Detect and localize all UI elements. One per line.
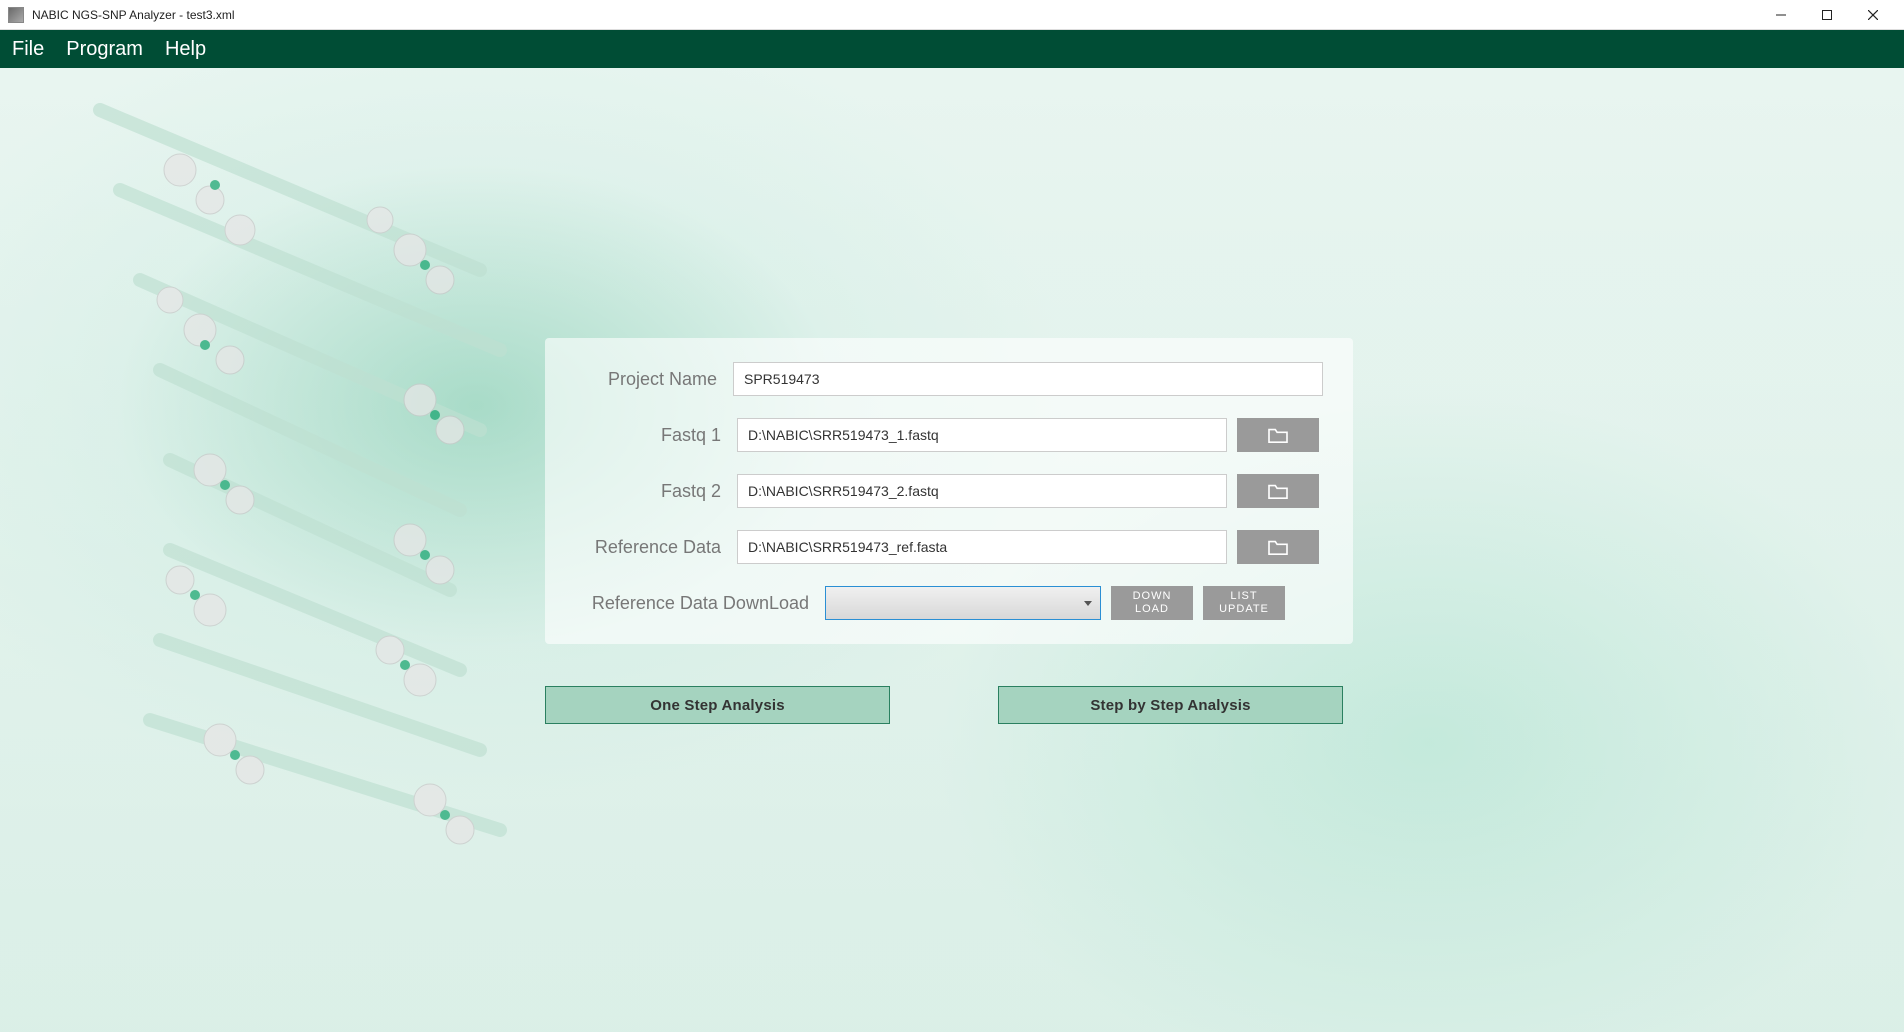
step-by-step-analysis-button[interactable]: Step by Step Analysis	[998, 686, 1343, 724]
row-project-name: Project Name	[555, 362, 1323, 396]
label-fastq2: Fastq 2	[555, 481, 727, 502]
window-controls	[1758, 0, 1896, 30]
maximize-icon	[1822, 10, 1832, 20]
close-icon	[1868, 10, 1878, 20]
label-project-name: Project Name	[555, 369, 723, 390]
row-reference-data: Reference Data	[555, 530, 1323, 564]
input-fastq2[interactable]	[737, 474, 1227, 508]
folder-icon	[1267, 482, 1289, 500]
folder-icon	[1267, 426, 1289, 444]
app-icon	[8, 7, 24, 23]
browse-fastq2-button[interactable]	[1237, 474, 1319, 508]
minimize-icon	[1776, 10, 1786, 20]
close-button[interactable]	[1850, 0, 1896, 30]
content-area: Project Name Fastq 1 Fastq 2 Reference D…	[0, 68, 1904, 1032]
label-reference-download: Reference Data DownLoad	[555, 593, 815, 614]
menu-program[interactable]: Program	[66, 38, 143, 61]
label-fastq1: Fastq 1	[555, 425, 727, 446]
menu-file[interactable]: File	[12, 38, 44, 61]
form-panel: Project Name Fastq 1 Fastq 2 Reference D…	[545, 338, 1353, 644]
one-step-analysis-button[interactable]: One Step Analysis	[545, 686, 890, 724]
folder-icon	[1267, 538, 1289, 556]
input-project-name[interactable]	[733, 362, 1323, 396]
titlebar: NABIC NGS-SNP Analyzer - test3.xml	[0, 0, 1904, 30]
window-title: NABIC NGS-SNP Analyzer - test3.xml	[32, 8, 1758, 22]
input-reference-data[interactable]	[737, 530, 1227, 564]
menu-help[interactable]: Help	[165, 38, 206, 61]
maximize-button[interactable]	[1804, 0, 1850, 30]
minimize-button[interactable]	[1758, 0, 1804, 30]
list-update-button[interactable]: LIST UPDATE	[1203, 586, 1285, 620]
menubar: File Program Help	[0, 30, 1904, 68]
browse-reference-data-button[interactable]	[1237, 530, 1319, 564]
browse-fastq1-button[interactable]	[1237, 418, 1319, 452]
chevron-down-icon	[1084, 601, 1092, 606]
row-fastq1: Fastq 1	[555, 418, 1323, 452]
label-reference-data: Reference Data	[555, 537, 727, 558]
combo-reference-download[interactable]	[825, 586, 1101, 620]
row-fastq2: Fastq 2	[555, 474, 1323, 508]
row-reference-download: Reference Data DownLoad DOWN LOAD LIST U…	[555, 586, 1323, 620]
download-button[interactable]: DOWN LOAD	[1111, 586, 1193, 620]
input-fastq1[interactable]	[737, 418, 1227, 452]
action-row: One Step Analysis Step by Step Analysis	[545, 686, 1353, 724]
